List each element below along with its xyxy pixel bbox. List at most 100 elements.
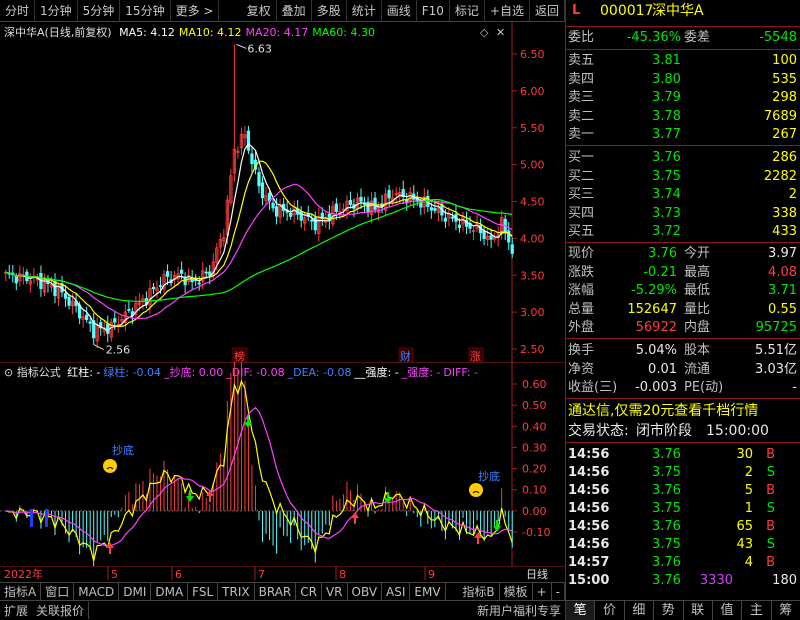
tick-time: 14:56	[568, 519, 610, 534]
indicator-tab-15[interactable]: +	[533, 582, 552, 601]
low-pointer	[93, 344, 104, 351]
candle-body	[197, 282, 201, 285]
quote-tab-4[interactable]: 联	[684, 601, 713, 620]
ma-label-2: MA10: 4.12	[179, 26, 242, 39]
indicator-tab-10[interactable]: OBV	[348, 582, 383, 601]
top-toolbar: 分时 1分钟 5分钟 15分钟 更多 > 复权 叠加 多股 统计 画线 F10 标记 +自选 返回	[0, 0, 565, 22]
indicator-tab-8[interactable]: CR	[296, 582, 322, 601]
ask-price: 3.80	[652, 71, 681, 87]
stat2-value: 5.51亿	[755, 343, 797, 358]
expand-button[interactable]: 扩展	[0, 602, 32, 619]
tick-volume: 3330	[699, 573, 733, 588]
stat-label: 最高	[684, 264, 711, 280]
stat2-label: 股本	[684, 343, 711, 358]
tick-time: 14:56	[568, 537, 610, 552]
stat2-label: 流通	[684, 361, 711, 377]
quote-tab-3[interactable]: 势	[654, 601, 684, 620]
toolbar-right-button-7[interactable]: +自选	[485, 0, 530, 22]
indicator-tab-12[interactable]: EMV	[410, 582, 446, 601]
stat2-label: PE(动)	[684, 380, 724, 395]
bid-volume: 286	[772, 150, 797, 165]
toolbar-right-button-0[interactable]: 复权	[242, 0, 277, 22]
up-arrow-icon	[106, 542, 114, 554]
tick-time: 14:56	[568, 465, 610, 480]
month-label: 8	[339, 568, 346, 581]
indicator-tab-13[interactable]: 指标B	[458, 582, 500, 601]
stat-label: 总量	[568, 301, 595, 317]
quote-tab-1[interactable]: 价	[595, 601, 625, 620]
promo-link[interactable]: 新用户福利专享	[473, 602, 565, 619]
indicator-tab-5[interactable]: FSL	[188, 582, 219, 601]
indicator-tab-6[interactable]: TRIX	[218, 582, 255, 601]
indicator-tab-3[interactable]: DMI	[119, 582, 152, 601]
candle-body	[250, 153, 254, 165]
quote-tab-5[interactable]: 值	[713, 601, 743, 620]
candle-body	[489, 235, 493, 240]
stock-code: 000017	[600, 3, 654, 19]
candle-body	[334, 203, 339, 212]
candle-body	[165, 271, 170, 277]
ask-label: 卖一	[568, 127, 595, 142]
year-label: 2022年	[4, 567, 43, 581]
toolbar-right-button-4[interactable]: 画线	[382, 0, 417, 22]
quote-tab-2[interactable]: 细	[625, 601, 655, 620]
ad-banner[interactable]: 通达信,仅需20元查看千档行情	[566, 402, 800, 420]
indicator-tab-7[interactable]: BRAR	[255, 582, 297, 601]
ask-label: 卖三	[568, 90, 595, 105]
stat-value: 0.55	[768, 301, 797, 317]
stat2-value: -0.003	[635, 380, 677, 395]
month-label: 7	[258, 568, 265, 581]
bid-row: 买三 3.74 2	[566, 186, 800, 204]
weicha-value: -5548	[759, 30, 797, 45]
toolbar-right-button-8[interactable]: 返回	[530, 0, 565, 22]
related-quote-button[interactable]: 关联报价	[32, 602, 90, 619]
indicator-tab-1[interactable]: 窗口	[41, 582, 75, 601]
tick-volume: 4	[744, 555, 753, 570]
candle-body	[457, 224, 462, 228]
bid-volume: 2	[788, 187, 797, 202]
blue-marker	[45, 508, 48, 527]
toolbar-5min-button[interactable]: 5分钟	[78, 0, 121, 22]
kline-chart[interactable]: 6.50 6.00 5.50 5.00 4.50 4.00 3.50 3.00 2.50 深中华A…	[0, 22, 565, 362]
tick-row: 14:56 3.76 65 B	[566, 518, 800, 536]
stat-label: 最低	[684, 283, 711, 298]
toolbar-right-button-6[interactable]: 标记	[450, 0, 485, 22]
candle-body	[158, 285, 163, 287]
toolbar-right-button-3[interactable]: 统计	[347, 0, 382, 22]
toolbar-fenshi-button[interactable]: 分时	[0, 0, 36, 22]
candle-body	[271, 202, 275, 209]
stat-value: 3.76	[648, 246, 677, 261]
tick-side: B	[766, 447, 775, 462]
indicator-tab-11[interactable]: ASI	[382, 582, 411, 601]
indicator-tab-9[interactable]: VR	[322, 582, 348, 601]
quote-tab-0[interactable]: 笔	[566, 601, 596, 620]
tick-price: 3.76	[652, 447, 681, 462]
stat2-row: 收益(三) -0.003 PE(动) -	[566, 379, 800, 397]
close-icon: ✕	[496, 26, 505, 39]
indicator-chart[interactable]: 0.600.500.400.300.200.100.00-0.10⊙ 指标公式 …	[0, 362, 565, 566]
indicator-tab-4[interactable]: DMA	[151, 582, 189, 601]
indicator-tab-14[interactable]: 模板	[500, 582, 533, 601]
candle-body	[179, 269, 184, 274]
price-tick-label: 3.50	[520, 269, 545, 282]
quote-tab-6[interactable]: 主	[742, 601, 772, 620]
toolbar-right-button-5[interactable]: F10	[417, 0, 450, 22]
toolbar-right-button-2[interactable]: 多股	[312, 0, 347, 22]
toolbar-more-button[interactable]: 更多 >	[171, 0, 220, 22]
toolbar-right-button-1[interactable]: 叠加	[277, 0, 312, 22]
tick-price: 3.75	[652, 465, 681, 480]
tick-volume: 5	[744, 483, 753, 498]
toolbar-15min-button[interactable]: 15分钟	[120, 0, 171, 22]
candle-body	[274, 206, 279, 217]
indicator-tab-0[interactable]: 指标A	[0, 582, 42, 601]
stock-name: 深中华A	[652, 3, 704, 19]
ask-row: 卖一 3.77 267	[566, 126, 800, 144]
price-tick-label: 3.00	[520, 306, 545, 319]
bid-volume: 433	[772, 224, 797, 239]
indicator-tab-2[interactable]: MACD	[74, 582, 120, 601]
indicator-tab-16[interactable]: -	[552, 582, 565, 601]
stat-value: 152647	[627, 301, 677, 317]
high-pointer	[236, 43, 247, 49]
quote-tab-7[interactable]: 筹	[772, 601, 800, 620]
toolbar-1min-button[interactable]: 1分钟	[35, 0, 78, 22]
